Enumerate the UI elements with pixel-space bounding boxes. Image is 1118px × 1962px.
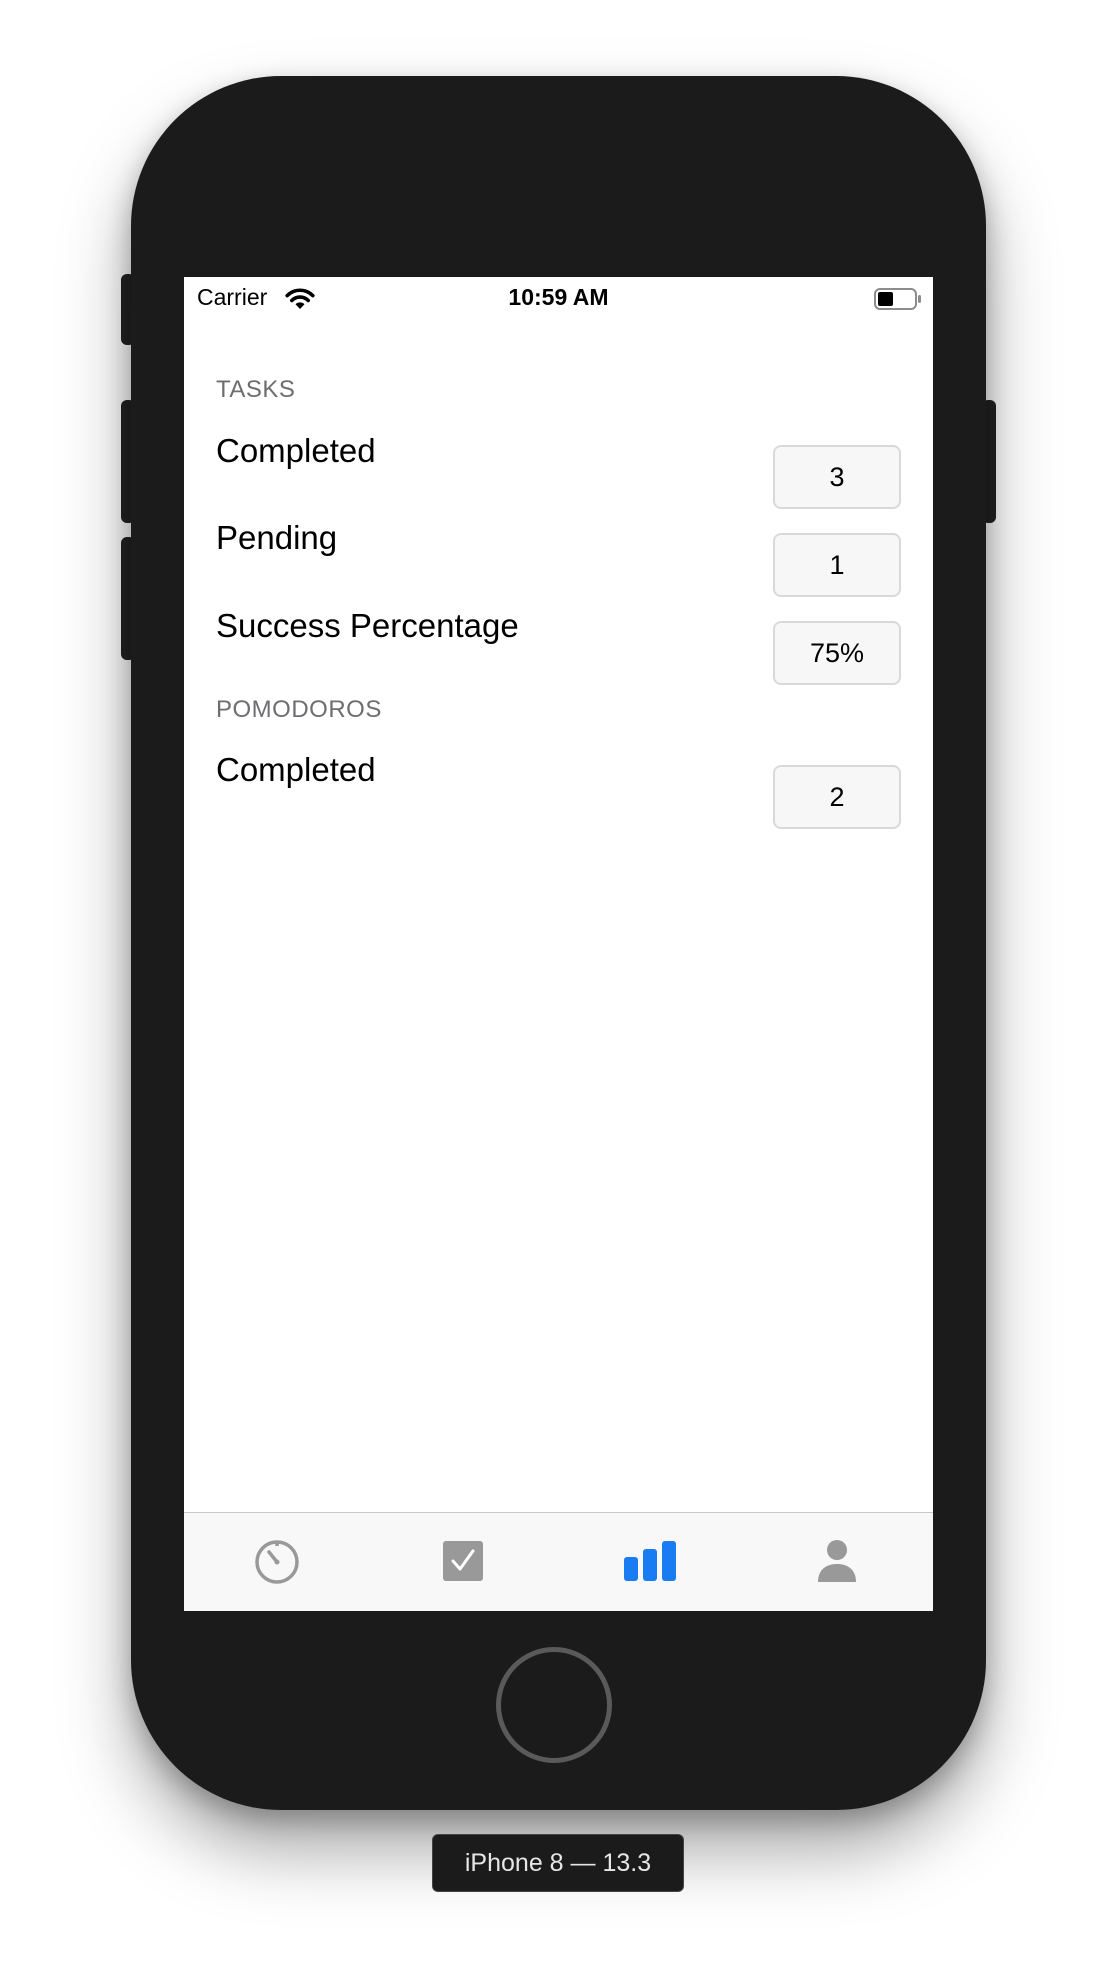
tasks-pending-value: 1 [773, 533, 901, 597]
tasks-success-value: 75% [773, 621, 901, 685]
tab-timer[interactable] [247, 1531, 307, 1591]
tasks-completed-value: 3 [773, 445, 901, 509]
status-time: 10:59 AM [508, 284, 609, 310]
app-screen: Carrier 10:59 AM TASKS Completed 3 Pendi… [184, 277, 933, 1611]
device-label: iPhone 8 — 13.3 [432, 1834, 684, 1892]
battery-icon [874, 288, 922, 315]
tab-profile[interactable] [807, 1531, 867, 1591]
tasks-pending-label: Pending [216, 519, 338, 556]
tasks-section-header: TASKS [216, 376, 296, 403]
tab-bar [184, 1512, 933, 1611]
person-icon [818, 1540, 856, 1582]
pomodoros-section-header: POMODOROS [216, 696, 382, 723]
pomodoros-completed-value: 2 [773, 765, 901, 829]
home-button[interactable] [496, 1647, 612, 1763]
tab-stats[interactable] [620, 1531, 680, 1591]
checkbox-icon [443, 1541, 483, 1581]
tab-tasks[interactable] [433, 1531, 493, 1591]
pomodoros-completed-label: Completed [216, 751, 376, 788]
status-bar: Carrier 10:59 AM [184, 277, 933, 317]
simulator-stage: Carrier 10:59 AM TASKS Completed 3 Pendi… [0, 0, 1118, 1962]
tasks-success-label: Success Percentage [216, 607, 519, 644]
tasks-completed-label: Completed [216, 432, 376, 469]
bar-chart-icon [624, 1541, 676, 1581]
timer-icon [255, 1540, 299, 1584]
